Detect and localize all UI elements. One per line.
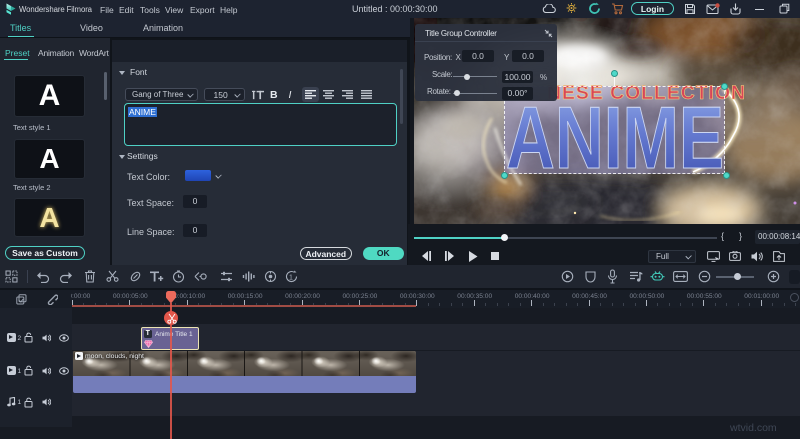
svg-text:1: 1: [289, 275, 293, 282]
